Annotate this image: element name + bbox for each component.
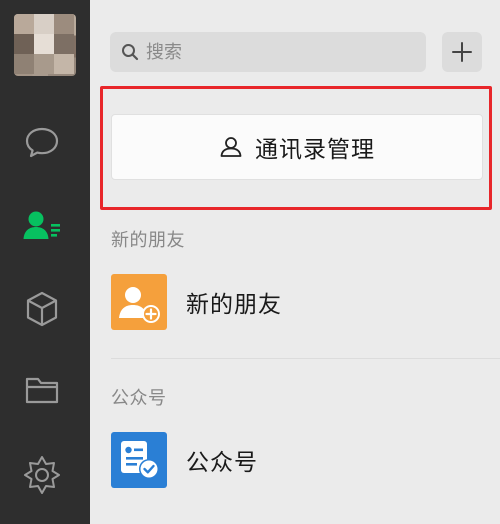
divider <box>111 358 500 359</box>
sidebar <box>0 0 90 524</box>
section-label-official-accounts: 公众号 <box>111 388 167 409</box>
contacts-manage-button[interactable]: 通讯录管理 <box>111 114 483 180</box>
contacts-panel: 通讯录管理 新的朋友 新的朋友 公众号 <box>90 0 500 524</box>
chat-icon[interactable] <box>20 120 64 164</box>
person-icon <box>220 137 242 157</box>
list-item-official-accounts[interactable]: 公众号 <box>90 420 500 500</box>
search-icon <box>122 44 139 61</box>
search-bar[interactable] <box>110 32 426 72</box>
search-input[interactable] <box>146 41 406 63</box>
folder-icon[interactable] <box>20 368 64 412</box>
contacts-icon[interactable] <box>20 204 64 248</box>
official-account-icon <box>111 432 167 488</box>
list-item-label: 新的朋友 <box>186 292 282 318</box>
section-label-new-friends: 新的朋友 <box>111 230 185 251</box>
add-button[interactable] <box>442 32 482 72</box>
contacts-manage-label: 通讯录管理 <box>255 137 375 163</box>
list-item-new-friends[interactable]: 新的朋友 <box>90 262 500 342</box>
mini-program-icon[interactable] <box>20 452 64 496</box>
list-item-label: 公众号 <box>186 450 258 476</box>
cube-icon[interactable] <box>20 287 64 331</box>
new-friend-icon <box>111 274 167 330</box>
avatar[interactable] <box>14 14 76 76</box>
plus-icon <box>452 42 472 62</box>
